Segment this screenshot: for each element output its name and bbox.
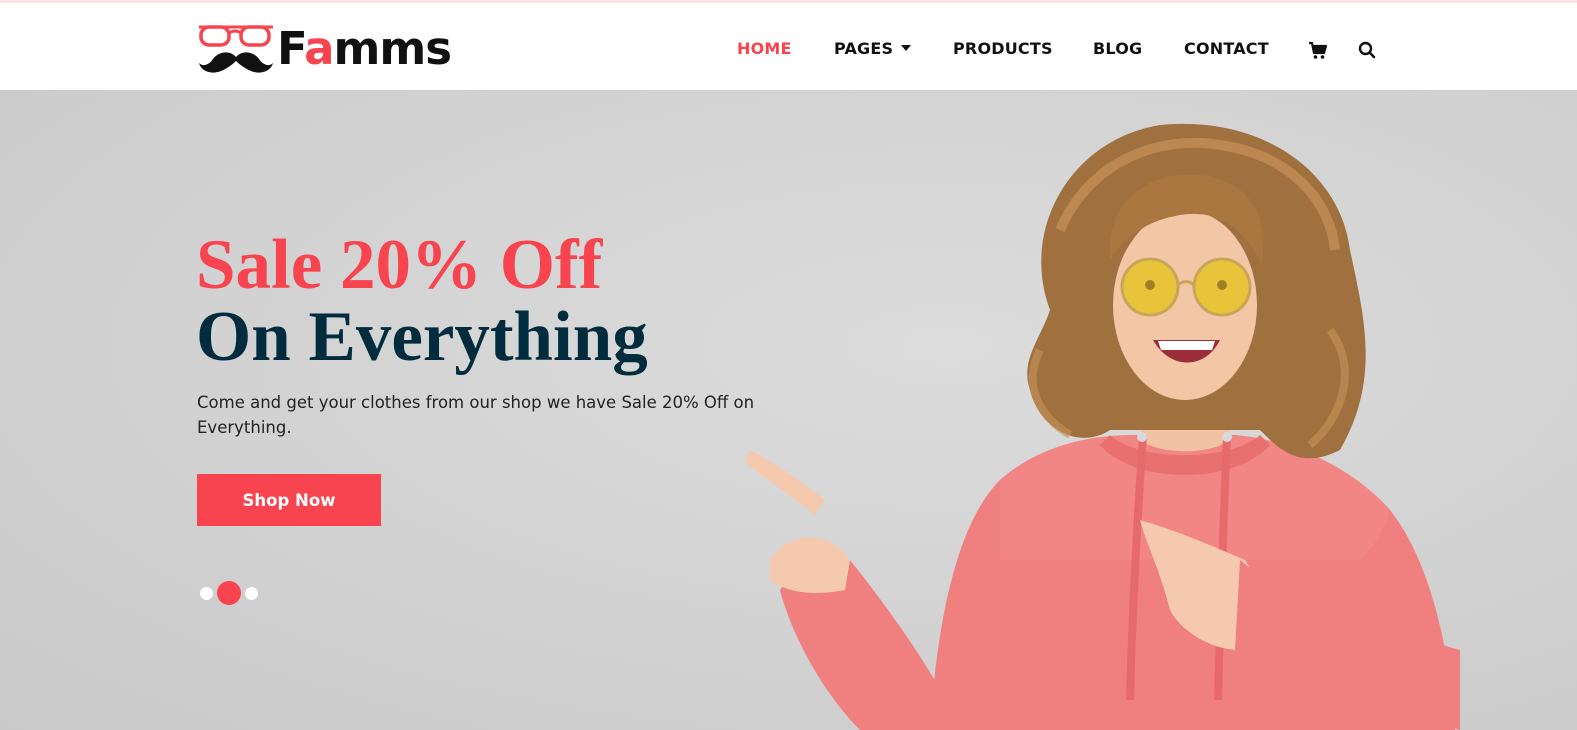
- cart-icon[interactable]: [1308, 40, 1328, 60]
- hero-headline-sale: Sale 20% Off: [196, 226, 603, 304]
- hero-headline-everything: On Everything: [196, 298, 648, 376]
- slider-dot-2-active[interactable]: [217, 581, 241, 605]
- nav-home[interactable]: HOME: [737, 36, 792, 62]
- nav-blog[interactable]: BLOG: [1093, 36, 1142, 62]
- search-icon[interactable]: [1357, 40, 1377, 60]
- main-nav: HOME PAGES PRODUCTS BLOG CONTACT: [0, 36, 1577, 62]
- nav-products[interactable]: PRODUCTS: [953, 36, 1053, 62]
- slider-dot-1[interactable]: [200, 587, 213, 600]
- site-header: Famms HOME PAGES PRODUCTS BLOG CONTACT: [0, 3, 1577, 90]
- hero-slider: Sale 20% Off On Everything Come and get …: [0, 90, 1577, 730]
- nav-contact[interactable]: CONTACT: [1184, 36, 1269, 62]
- nav-pages-label: PAGES: [834, 39, 894, 58]
- caret-down-icon: [901, 45, 912, 51]
- hero-description: Come and get your clothes from our shop …: [197, 393, 755, 437]
- slider-dot-3[interactable]: [245, 587, 258, 600]
- nav-pages[interactable]: PAGES: [834, 36, 912, 62]
- shop-now-button[interactable]: Shop Now: [197, 474, 381, 526]
